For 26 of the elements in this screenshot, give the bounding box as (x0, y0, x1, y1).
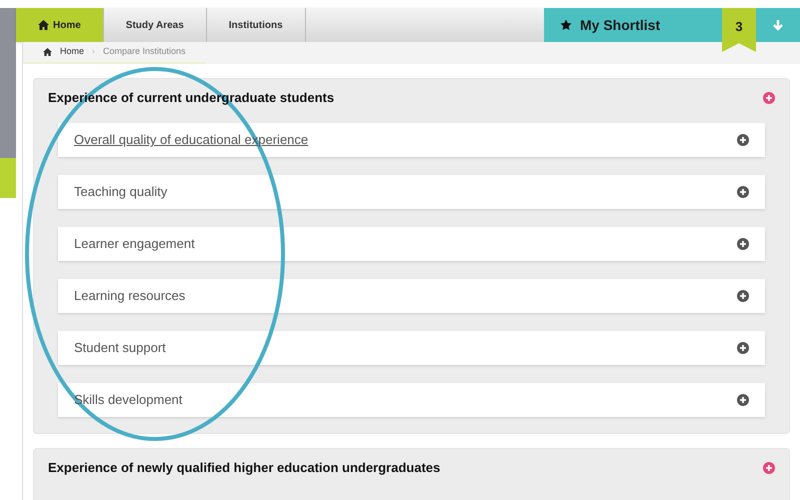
expand-icon[interactable] (737, 394, 749, 406)
section-title[interactable]: Experience of newly qualified higher education undergraduates (48, 458, 440, 478)
expand-icon[interactable] (737, 238, 749, 250)
criteria-label: Teaching quality (74, 183, 168, 202)
expand-icon[interactable] (763, 92, 775, 104)
expand-icon[interactable] (737, 342, 749, 354)
expand-icon[interactable] (737, 290, 749, 302)
shortlist-button[interactable]: My Shortlist (544, 8, 722, 42)
criteria-row[interactable]: Student support (58, 331, 765, 365)
arrow-down-icon (772, 19, 784, 31)
expand-icon[interactable] (737, 134, 749, 146)
home-icon (38, 20, 49, 30)
criteria-row[interactable]: Learning resources (58, 279, 765, 313)
criteria-row[interactable]: Learner engagement (58, 227, 765, 261)
expand-icon[interactable] (737, 186, 749, 198)
nav-tab[interactable]: Home (16, 8, 104, 42)
breadcrumb-link[interactable]: Home (60, 45, 84, 59)
shortlist-count: 3 (722, 8, 756, 52)
criteria-label: Learning resources (74, 287, 186, 306)
criteria-label: Student support (74, 339, 166, 358)
breadcrumb-separator: › (92, 45, 96, 58)
expand-icon[interactable] (763, 462, 775, 474)
home-icon (43, 48, 52, 56)
criteria-label: Learner engagement (74, 235, 195, 254)
star-icon (560, 19, 572, 31)
criteria-row[interactable]: Teaching quality (58, 175, 765, 209)
